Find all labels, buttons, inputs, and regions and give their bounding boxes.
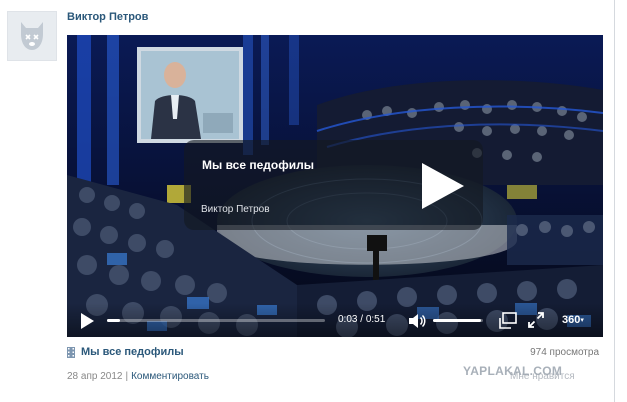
overlay-video-title: Мы все педофилы (202, 158, 314, 172)
time-display: 0:03 / 0:51 (338, 314, 385, 325)
current-time: 0:03 (338, 314, 358, 325)
quality-selector[interactable]: 360▾ (562, 314, 584, 326)
meta-separator: | (125, 371, 129, 382)
quality-caret-icon: ▾ (580, 317, 584, 325)
play-icon[interactable] (79, 312, 95, 330)
volume-slider[interactable] (433, 319, 483, 322)
fullscreen-icon[interactable] (528, 312, 544, 328)
video-title-link[interactable]: Мы все педофилы (81, 346, 184, 358)
progress-bar[interactable] (107, 319, 325, 322)
post-author-link[interactable]: Виктор Петров (67, 11, 148, 23)
site-watermark: YAPLAKAL.COM (463, 364, 563, 378)
view-count: 974 просмотра (530, 347, 599, 358)
comment-link[interactable]: Комментировать (131, 371, 209, 382)
deactivated-dog-icon (21, 22, 43, 50)
video-player[interactable]: Мы все педофилы Виктор Петров 0:03 / 0:5… (67, 35, 603, 337)
mini-player-icon[interactable] (499, 312, 517, 329)
avatar[interactable] (7, 11, 57, 61)
post-meta: 28 апр 2012 | Комментировать (67, 371, 209, 382)
volume-icon[interactable] (408, 313, 426, 329)
player-controls: 0:03 / 0:51 360▾ (67, 303, 603, 337)
play-large-icon[interactable] (416, 160, 468, 212)
volume-fill (433, 319, 481, 322)
duration: 0:51 (365, 314, 386, 325)
right-border (614, 0, 615, 402)
video-title-line: Мы все педофилы (67, 346, 184, 358)
quality-value: 360 (562, 314, 581, 326)
post-date[interactable]: 28 апр 2012 (67, 371, 122, 382)
video-film-icon (67, 346, 75, 358)
progress-fill (107, 319, 121, 322)
video-info-overlay[interactable]: Мы все педофилы Виктор Петров (184, 140, 483, 230)
overlay-video-author: Виктор Петров (201, 204, 270, 215)
